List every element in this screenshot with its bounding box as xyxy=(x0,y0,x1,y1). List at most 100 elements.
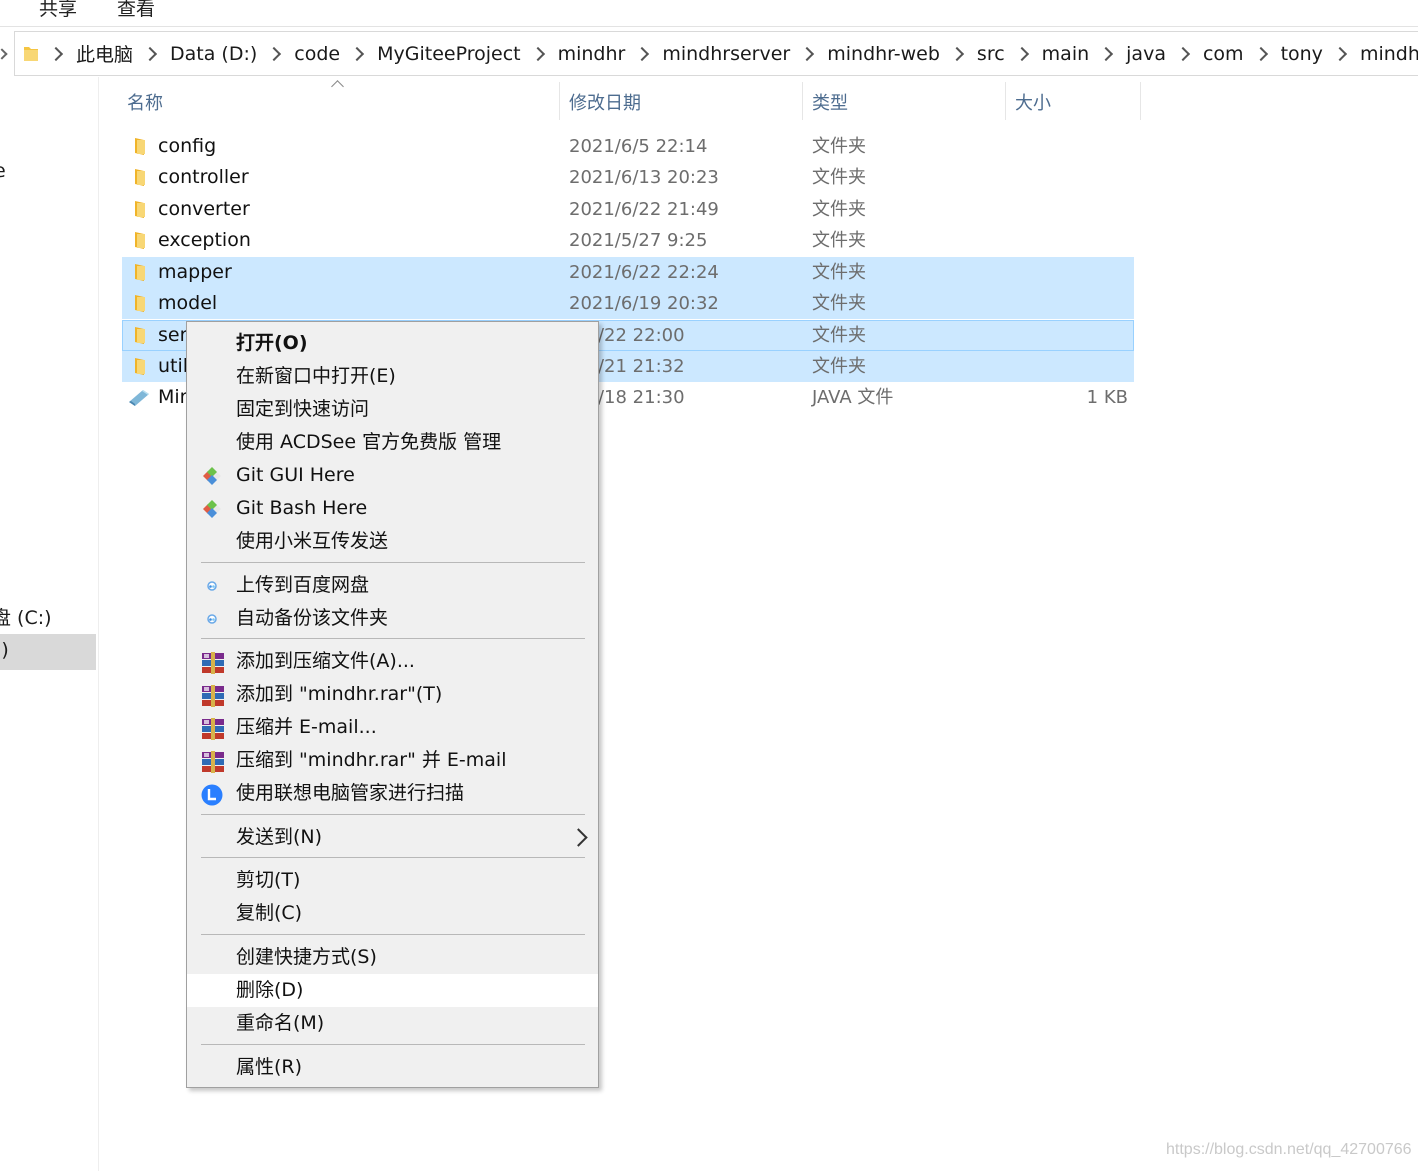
table-row[interactable]: mapper 2021/6/22 22:24 文件夹 xyxy=(122,257,1134,288)
context-menu-item-label: 重命名(M) xyxy=(236,1012,325,1034)
java-file-icon xyxy=(127,388,151,406)
context-menu-item[interactable]: Git Bash Here xyxy=(187,492,598,525)
context-menu-item[interactable]: 使用 ACDSee 官方免费版 管理 xyxy=(187,426,598,459)
chevron-right-icon[interactable] xyxy=(949,46,964,61)
git-icon xyxy=(201,499,223,519)
folder-icon xyxy=(132,231,148,249)
context-menu-item-label: Git Bash Here xyxy=(236,497,368,519)
context-menu-item[interactable]: 压缩到 "mindhr.rar" 并 E-mail xyxy=(187,744,598,777)
context-menu-item[interactable]: 删除(D) xyxy=(187,974,598,1007)
context-menu-item-label: 复制(C) xyxy=(236,902,303,924)
chevron-right-icon[interactable] xyxy=(800,46,815,61)
context-menu-item-label: 压缩到 "mindhr.rar" 并 E-mail xyxy=(236,749,507,771)
column-divider[interactable] xyxy=(1005,82,1006,120)
column-header-size[interactable]: 大小 xyxy=(1015,89,1051,115)
context-menu-item[interactable]: 固定到快速访问 xyxy=(187,393,598,426)
folder-icon xyxy=(132,357,148,375)
context-menu-item[interactable]: 添加到压缩文件(A)... xyxy=(187,645,598,678)
context-menu-item[interactable]: 自动备份该文件夹 xyxy=(187,602,598,635)
table-row[interactable]: controller 2021/6/13 20:23 文件夹 xyxy=(122,162,1134,193)
context-menu-item[interactable]: 属性(R) xyxy=(187,1051,598,1084)
crumb-main[interactable]: main xyxy=(1042,43,1089,65)
crumb-mindhr-web[interactable]: mindhr-web xyxy=(827,43,940,65)
context-menu-item[interactable]: 压缩并 E-mail... xyxy=(187,711,598,744)
file-type: 文件夹 xyxy=(812,356,866,377)
table-row[interactable]: exception 2021/5/27 9:25 文件夹 xyxy=(122,225,1134,256)
table-row[interactable]: config 2021/6/5 22:14 文件夹 xyxy=(122,131,1134,162)
chevron-right-icon[interactable] xyxy=(1175,46,1191,61)
chevron-right-icon[interactable] xyxy=(48,46,64,61)
file-name: ser xyxy=(158,324,188,346)
column-divider[interactable] xyxy=(559,82,560,120)
context-menu-item-label: 创建快捷方式(S) xyxy=(236,946,377,968)
context-menu-item-label: 打开(O) xyxy=(236,332,308,354)
context-menu-item[interactable]: 添加到 "mindhr.rar"(T) xyxy=(187,678,598,711)
context-menu-item-label: 使用 ACDSee 官方免费版 管理 xyxy=(236,431,502,453)
chevron-right-icon[interactable] xyxy=(1014,46,1029,61)
file-date: 2021/6/5 22:14 xyxy=(569,136,708,157)
winrar-icon xyxy=(201,652,224,674)
context-menu-item-label: 添加到压缩文件(A)... xyxy=(236,650,415,672)
menu-separator xyxy=(201,562,585,563)
context-menu-item-label: 使用小米互传发送 xyxy=(236,530,389,552)
ribbon-tab-share[interactable]: 共享 xyxy=(39,0,77,21)
crumb-src[interactable]: src xyxy=(977,43,1005,65)
column-divider[interactable] xyxy=(1140,82,1141,120)
context-menu-item[interactable]: 打开(O) xyxy=(187,327,598,360)
sort-ascending-icon xyxy=(331,80,344,93)
column-header-date[interactable]: 修改日期 xyxy=(569,89,641,115)
crumb-mindhr-current[interactable]: mindhr xyxy=(1360,43,1418,65)
ribbon-tab-view[interactable]: 查看 xyxy=(117,0,155,21)
chevron-right-icon[interactable] xyxy=(530,46,545,61)
crumb-this-pc[interactable]: 此电脑 xyxy=(76,40,133,67)
column-header-type[interactable]: 类型 xyxy=(812,89,848,115)
column-divider[interactable] xyxy=(802,82,803,120)
crumb-java[interactable]: java xyxy=(1126,43,1166,65)
context-menu-item[interactable]: Git GUI Here xyxy=(187,459,598,492)
nav-item-partial[interactable]: e xyxy=(0,160,6,182)
winrar-icon xyxy=(201,751,224,773)
table-row[interactable]: converter 2021/6/22 21:49 文件夹 xyxy=(122,194,1134,225)
chevron-right-icon[interactable] xyxy=(1332,46,1348,61)
nav-back-chevron-icon[interactable] xyxy=(0,48,8,60)
context-menu-item-label: 固定到快速访问 xyxy=(236,398,370,420)
chevron-right-icon[interactable] xyxy=(635,46,650,61)
crumb-code[interactable]: code xyxy=(294,43,340,65)
context-menu-item[interactable]: 发送到(N) xyxy=(187,821,598,854)
context-menu-item[interactable]: 上传到百度网盘 xyxy=(187,569,598,602)
column-header-name[interactable]: 名称 xyxy=(127,89,163,115)
nav-item-drive-c[interactable]: 盘 (C:) xyxy=(0,603,52,630)
crumb-tony[interactable]: tony xyxy=(1281,43,1323,65)
file-type: 文件夹 xyxy=(812,199,866,220)
context-menu-item[interactable]: 复制(C) xyxy=(187,897,598,930)
folder-icon xyxy=(132,168,148,186)
context-menu-item[interactable]: 使用小米互传发送 xyxy=(187,525,598,558)
table-row[interactable]: model 2021/6/19 20:32 文件夹 xyxy=(122,288,1134,319)
menu-separator xyxy=(201,857,585,858)
context-menu-item[interactable]: 剪切(T) xyxy=(187,864,598,897)
chevron-right-icon[interactable] xyxy=(1099,46,1114,61)
crumb-mygiteeproject[interactable]: MyGiteeProject xyxy=(377,43,520,65)
crumb-mindhrserver[interactable]: mindhrserver xyxy=(662,43,790,65)
file-type: JAVA 文件 xyxy=(812,387,894,408)
file-date: 2021/5/27 9:25 xyxy=(569,230,708,251)
chevron-right-icon[interactable] xyxy=(350,46,365,61)
file-date: 2021/6/19 20:32 xyxy=(569,293,719,314)
context-menu-item[interactable]: 在新窗口中打开(E) xyxy=(187,360,598,393)
chevron-right-icon[interactable] xyxy=(1253,46,1268,61)
crumb-com[interactable]: com xyxy=(1203,43,1244,65)
context-menu-item-label: 压缩并 E-mail... xyxy=(236,716,377,738)
context-menu-item-label: 属性(R) xyxy=(236,1056,303,1078)
context-menu-item[interactable]: 使用联想电脑管家进行扫描 xyxy=(187,777,598,810)
file-size: 1 KB xyxy=(1086,387,1128,408)
context-menu-item[interactable]: 创建快捷方式(S) xyxy=(187,941,598,974)
crumb-mindhr[interactable]: mindhr xyxy=(558,43,626,65)
address-bar[interactable]: 此电脑 Data (D:) code MyGiteeProject mindhr… xyxy=(14,31,1418,76)
chevron-right-icon[interactable] xyxy=(267,46,282,61)
context-menu-item-label: 添加到 "mindhr.rar"(T) xyxy=(236,683,443,705)
chevron-right-icon[interactable] xyxy=(142,46,158,61)
chevron-right-icon xyxy=(569,828,588,847)
nav-item-drive-d[interactable]: :) xyxy=(0,639,9,661)
context-menu-item[interactable]: 重命名(M) xyxy=(187,1007,598,1040)
crumb-drive-d[interactable]: Data (D:) xyxy=(170,43,257,65)
